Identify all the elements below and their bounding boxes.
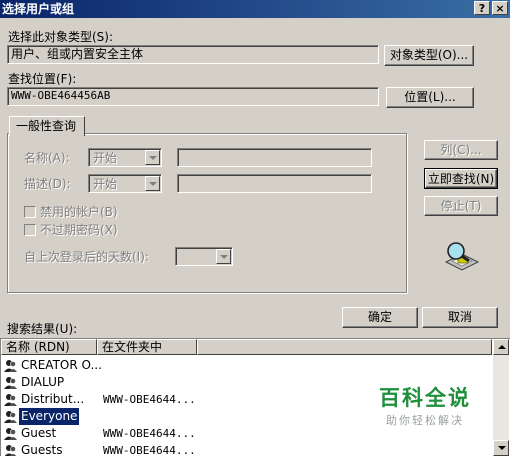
user-group-icon [4, 360, 17, 372]
name-label: 名称(A): [24, 151, 70, 165]
user-group-icon [4, 445, 17, 456]
description-mode-select[interactable]: 开始 [88, 174, 162, 193]
column-header-empty [197, 339, 492, 355]
table-row[interactable]: Guests WWW-OBE4644... [1, 442, 196, 456]
description-mode-value: 开始 [93, 177, 118, 191]
non-expiring-password-checkbox[interactable] [24, 224, 36, 236]
cancel-button[interactable]: 取消 [422, 307, 498, 328]
find-now-button[interactable]: 立即查找(N) [424, 168, 498, 189]
chevron-down-icon [145, 150, 160, 165]
object-type-label: 选择此对象类型(S): [8, 30, 114, 44]
description-input[interactable] [177, 174, 372, 193]
column-header-folder[interactable]: 在文件夹中 [97, 339, 197, 355]
days-since-logon-select[interactable] [175, 247, 233, 266]
days-since-logon-label: 自上次登录后的天数(I): [24, 250, 149, 264]
disabled-accounts-label: 禁用的帐户(B) [40, 205, 118, 219]
close-button[interactable]: × [492, 1, 508, 15]
table-row[interactable]: Everyone [1, 408, 196, 425]
watermark: 百科全说 助你轻松解决 [365, 382, 485, 428]
search-magnifier-icon [444, 242, 480, 271]
row-name: Distribut... [21, 392, 85, 406]
ok-button[interactable]: 确定 [342, 307, 418, 328]
table-row[interactable]: Distribut... WWW-OBE4644... [1, 391, 196, 408]
scroll-down-button[interactable] [493, 440, 509, 456]
table-row[interactable]: CREATOR O... [1, 357, 196, 374]
name-mode-select[interactable]: 开始 [88, 148, 162, 167]
results-scrollbar[interactable] [493, 339, 509, 456]
title-bar: 选择用户或组 ? × [0, 0, 510, 18]
locations-button[interactable]: 位置(L)... [386, 87, 474, 108]
name-mode-value: 开始 [93, 151, 118, 165]
user-group-icon [4, 377, 17, 389]
stop-button[interactable]: 停止(T) [424, 196, 498, 216]
watermark-sub: 助你轻松解决 [386, 414, 464, 427]
row-folder: WWW-OBE4644... [103, 427, 196, 440]
row-folder: WWW-OBE4644... [103, 444, 196, 456]
columns-button[interactable]: 列(C)... [424, 140, 498, 160]
search-results-label: 搜索结果(U): [7, 322, 78, 336]
object-types-button[interactable]: 对象类型(O)... [384, 45, 474, 66]
window-title: 选择用户或组 [2, 2, 75, 16]
row-name: CREATOR O... [21, 358, 102, 372]
chevron-down-icon [145, 176, 160, 191]
scroll-up-button[interactable] [493, 339, 509, 355]
watermark-main: 百科全说 [379, 386, 471, 410]
help-button[interactable]: ? [474, 1, 490, 15]
chevron-down-icon [216, 249, 231, 264]
tab-general-query[interactable]: 一般性查询 [9, 116, 85, 136]
row-name: Guests [21, 443, 63, 456]
row-folder: WWW-OBE4644... [103, 393, 196, 406]
user-group-icon [4, 428, 17, 440]
location-field: WWW-OBE464456AB [7, 87, 379, 106]
user-group-icon [4, 394, 17, 406]
row-name: Everyone [19, 408, 80, 425]
name-input[interactable] [177, 148, 372, 167]
table-row[interactable]: Guest WWW-OBE4644... [1, 425, 196, 442]
row-name: Guest [21, 426, 57, 440]
row-name: DIALUP [21, 375, 65, 389]
description-label: 描述(D): [24, 177, 71, 191]
object-type-field: 用户、组或内置安全主体 [7, 45, 379, 64]
location-label: 查找位置(F): [8, 72, 77, 86]
user-group-icon [4, 411, 17, 423]
column-header-name[interactable]: 名称 (RDN) [1, 339, 97, 355]
table-row[interactable]: DIALUP [1, 374, 196, 391]
non-expiring-password-label: 不过期密码(X) [40, 223, 118, 237]
disabled-accounts-checkbox[interactable] [24, 206, 36, 218]
